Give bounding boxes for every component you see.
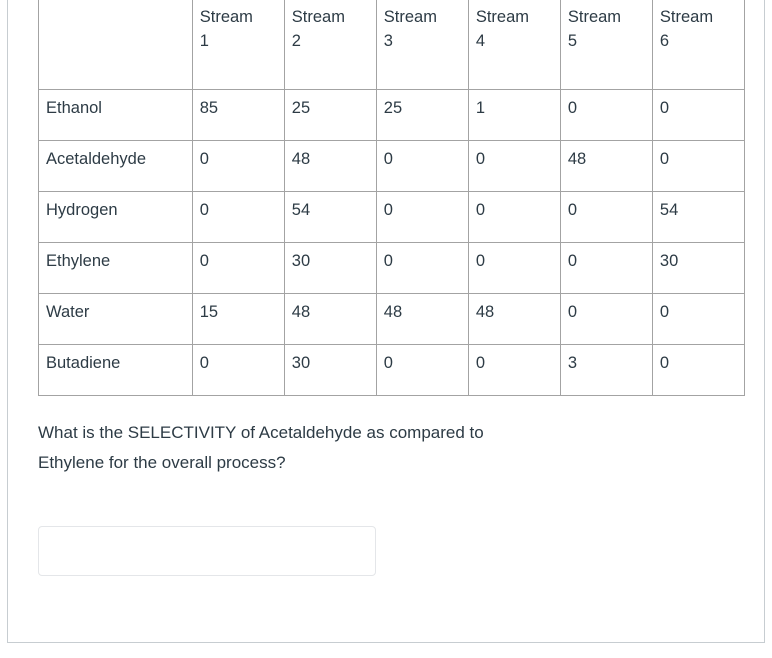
column-header-label: Stream 6 bbox=[659, 8, 714, 51]
cell-acetaldehyde-stream-2: 48 bbox=[283, 140, 377, 192]
column-header-stream-1: Stream 1 bbox=[191, 0, 285, 90]
cell-water-stream-4: 48 bbox=[467, 293, 561, 345]
table-row: Water 15 48 48 48 0 0 bbox=[38, 293, 746, 345]
row-label-ethanol: Ethanol bbox=[38, 89, 193, 141]
cell-hydrogen-stream-2: 54 bbox=[283, 191, 377, 243]
cell-acetaldehyde-stream-5: 48 bbox=[559, 140, 653, 192]
cell-acetaldehyde-stream-4: 0 bbox=[467, 140, 561, 192]
column-header-label: Stream 4 bbox=[475, 8, 530, 51]
cell-acetaldehyde-stream-1: 0 bbox=[191, 140, 285, 192]
table-row: Butadiene 0 30 0 0 3 0 bbox=[38, 344, 746, 396]
table-row: Acetaldehyde 0 48 0 0 48 0 bbox=[38, 140, 746, 192]
cell-ethanol-stream-1: 85 bbox=[191, 89, 285, 141]
cell-ethanol-stream-3: 25 bbox=[375, 89, 469, 141]
table-body: Ethanol 85 25 25 1 0 0 Acetaldehyde 0 48… bbox=[38, 89, 746, 396]
cell-ethanol-stream-4: 1 bbox=[467, 89, 561, 141]
question-prompt-line-1: What is the SELECTIVITY of Acetaldehyde … bbox=[38, 423, 484, 442]
question-prompt: What is the SELECTIVITY of Acetaldehyde … bbox=[38, 418, 668, 478]
cell-hydrogen-stream-1: 0 bbox=[191, 191, 285, 243]
cell-ethanol-stream-5: 0 bbox=[559, 89, 653, 141]
cell-water-stream-3: 48 bbox=[375, 293, 469, 345]
cell-acetaldehyde-stream-3: 0 bbox=[375, 140, 469, 192]
cell-ethylene-stream-1: 0 bbox=[191, 242, 285, 294]
answer-input[interactable] bbox=[38, 526, 376, 576]
cell-ethanol-stream-6: 0 bbox=[651, 89, 746, 141]
column-header-stream-3: Stream 3 bbox=[375, 0, 469, 90]
cell-water-stream-6: 0 bbox=[651, 293, 746, 345]
column-header-stream-2: Stream 2 bbox=[283, 0, 377, 90]
table-row: Ethanol 85 25 25 1 0 0 bbox=[38, 89, 746, 141]
column-header-stream-4: Stream 4 bbox=[467, 0, 561, 90]
cell-ethylene-stream-2: 30 bbox=[283, 242, 377, 294]
table-header: Stream 1 Stream 2 Stream 3 Stream 4 Stre… bbox=[38, 0, 746, 90]
column-header-label: Stream 1 bbox=[199, 8, 253, 51]
table-corner-cell bbox=[38, 0, 193, 90]
question-prompt-line-2: Ethylene for the overall process? bbox=[38, 453, 286, 472]
cell-hydrogen-stream-3: 0 bbox=[375, 191, 469, 243]
cell-water-stream-2: 48 bbox=[283, 293, 377, 345]
column-header-stream-6: Stream 6 bbox=[651, 0, 746, 90]
cell-butadiene-stream-4: 0 bbox=[467, 344, 561, 396]
cell-hydrogen-stream-4: 0 bbox=[467, 191, 561, 243]
cell-butadiene-stream-5: 3 bbox=[559, 344, 653, 396]
table-row: Ethylene 0 30 0 0 0 30 bbox=[38, 242, 746, 294]
answer-field-wrapper bbox=[38, 478, 748, 576]
table-header-row: Stream 1 Stream 2 Stream 3 Stream 4 Stre… bbox=[38, 0, 746, 90]
row-label-ethylene: Ethylene bbox=[38, 242, 193, 294]
cell-butadiene-stream-6: 0 bbox=[651, 344, 746, 396]
cell-butadiene-stream-1: 0 bbox=[191, 344, 285, 396]
cell-butadiene-stream-2: 30 bbox=[283, 344, 377, 396]
column-header-stream-5: Stream 5 bbox=[559, 0, 653, 90]
cell-hydrogen-stream-6: 54 bbox=[651, 191, 746, 243]
cell-water-stream-1: 15 bbox=[191, 293, 285, 345]
cell-ethylene-stream-3: 0 bbox=[375, 242, 469, 294]
cell-ethylene-stream-6: 30 bbox=[651, 242, 746, 294]
row-label-acetaldehyde: Acetaldehyde bbox=[38, 140, 193, 192]
cell-hydrogen-stream-5: 0 bbox=[559, 191, 653, 243]
row-label-hydrogen: Hydrogen bbox=[38, 191, 193, 243]
table-row: Hydrogen 0 54 0 0 0 54 bbox=[38, 191, 746, 243]
cell-ethylene-stream-5: 0 bbox=[559, 242, 653, 294]
cell-acetaldehyde-stream-6: 0 bbox=[651, 140, 746, 192]
question-body: Stream 1 Stream 2 Stream 3 Stream 4 Stre… bbox=[38, 0, 748, 576]
table-question-spacer bbox=[38, 396, 748, 418]
row-label-butadiene: Butadiene bbox=[38, 344, 193, 396]
column-header-label: Stream 2 bbox=[291, 8, 345, 51]
column-header-label: Stream 3 bbox=[383, 8, 437, 51]
cell-butadiene-stream-3: 0 bbox=[375, 344, 469, 396]
row-label-water: Water bbox=[38, 293, 193, 345]
quiz-question-container: Stream 1 Stream 2 Stream 3 Stream 4 Stre… bbox=[7, 0, 765, 643]
stream-composition-table: Stream 1 Stream 2 Stream 3 Stream 4 Stre… bbox=[38, 0, 746, 396]
cell-ethylene-stream-4: 0 bbox=[467, 242, 561, 294]
column-header-label: Stream 5 bbox=[567, 8, 622, 51]
cell-ethanol-stream-2: 25 bbox=[283, 89, 377, 141]
cell-water-stream-5: 0 bbox=[559, 293, 653, 345]
